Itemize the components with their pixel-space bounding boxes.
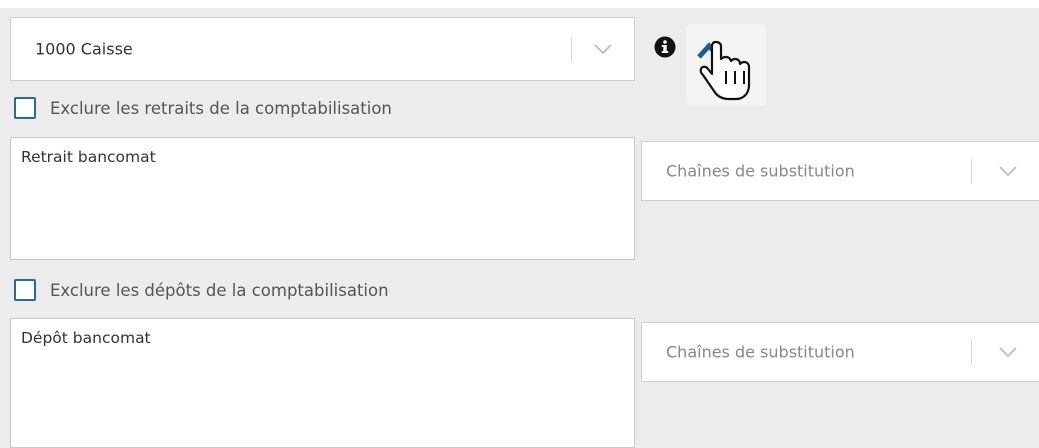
deposits-substitution-select[interactable]: Chaînes de substitution (641, 322, 1039, 382)
exclude-withdrawals-label: Exclure les retraits de la comptabilisat… (50, 98, 392, 118)
exclude-withdrawals-row[interactable]: Exclure les retraits de la comptabilisat… (14, 95, 392, 121)
withdrawals-substitution-placeholder: Chaînes de substitution (666, 161, 855, 181)
select-separator (571, 37, 572, 61)
hand-pointer-cursor (699, 40, 751, 101)
account-select-value: 1000 Caisse (35, 39, 133, 59)
select-separator (971, 340, 972, 364)
info-icon[interactable] (654, 36, 676, 58)
chevron-down-icon[interactable] (998, 346, 1018, 358)
chevron-down-icon[interactable] (593, 43, 613, 55)
exclude-deposits-label: Exclure les dépôts de la comptabilisatio… (50, 280, 389, 300)
exclude-deposits-row[interactable]: Exclure les dépôts de la comptabilisatio… (14, 277, 389, 303)
deposits-substitution-placeholder: Chaînes de substitution (666, 342, 855, 362)
chevron-down-icon[interactable] (998, 165, 1018, 177)
exclude-deposits-checkbox[interactable] (14, 279, 36, 301)
exclude-withdrawals-checkbox[interactable] (14, 97, 36, 119)
select-separator (971, 159, 972, 183)
top-band (0, 0, 1039, 8)
deposits-text-field[interactable]: Dépôt bancomat (10, 318, 635, 448)
withdrawals-text-field[interactable]: Retrait bancomat (10, 137, 635, 260)
withdrawals-substitution-select[interactable]: Chaînes de substitution (641, 141, 1039, 201)
account-select[interactable]: 1000 Caisse (10, 17, 635, 81)
